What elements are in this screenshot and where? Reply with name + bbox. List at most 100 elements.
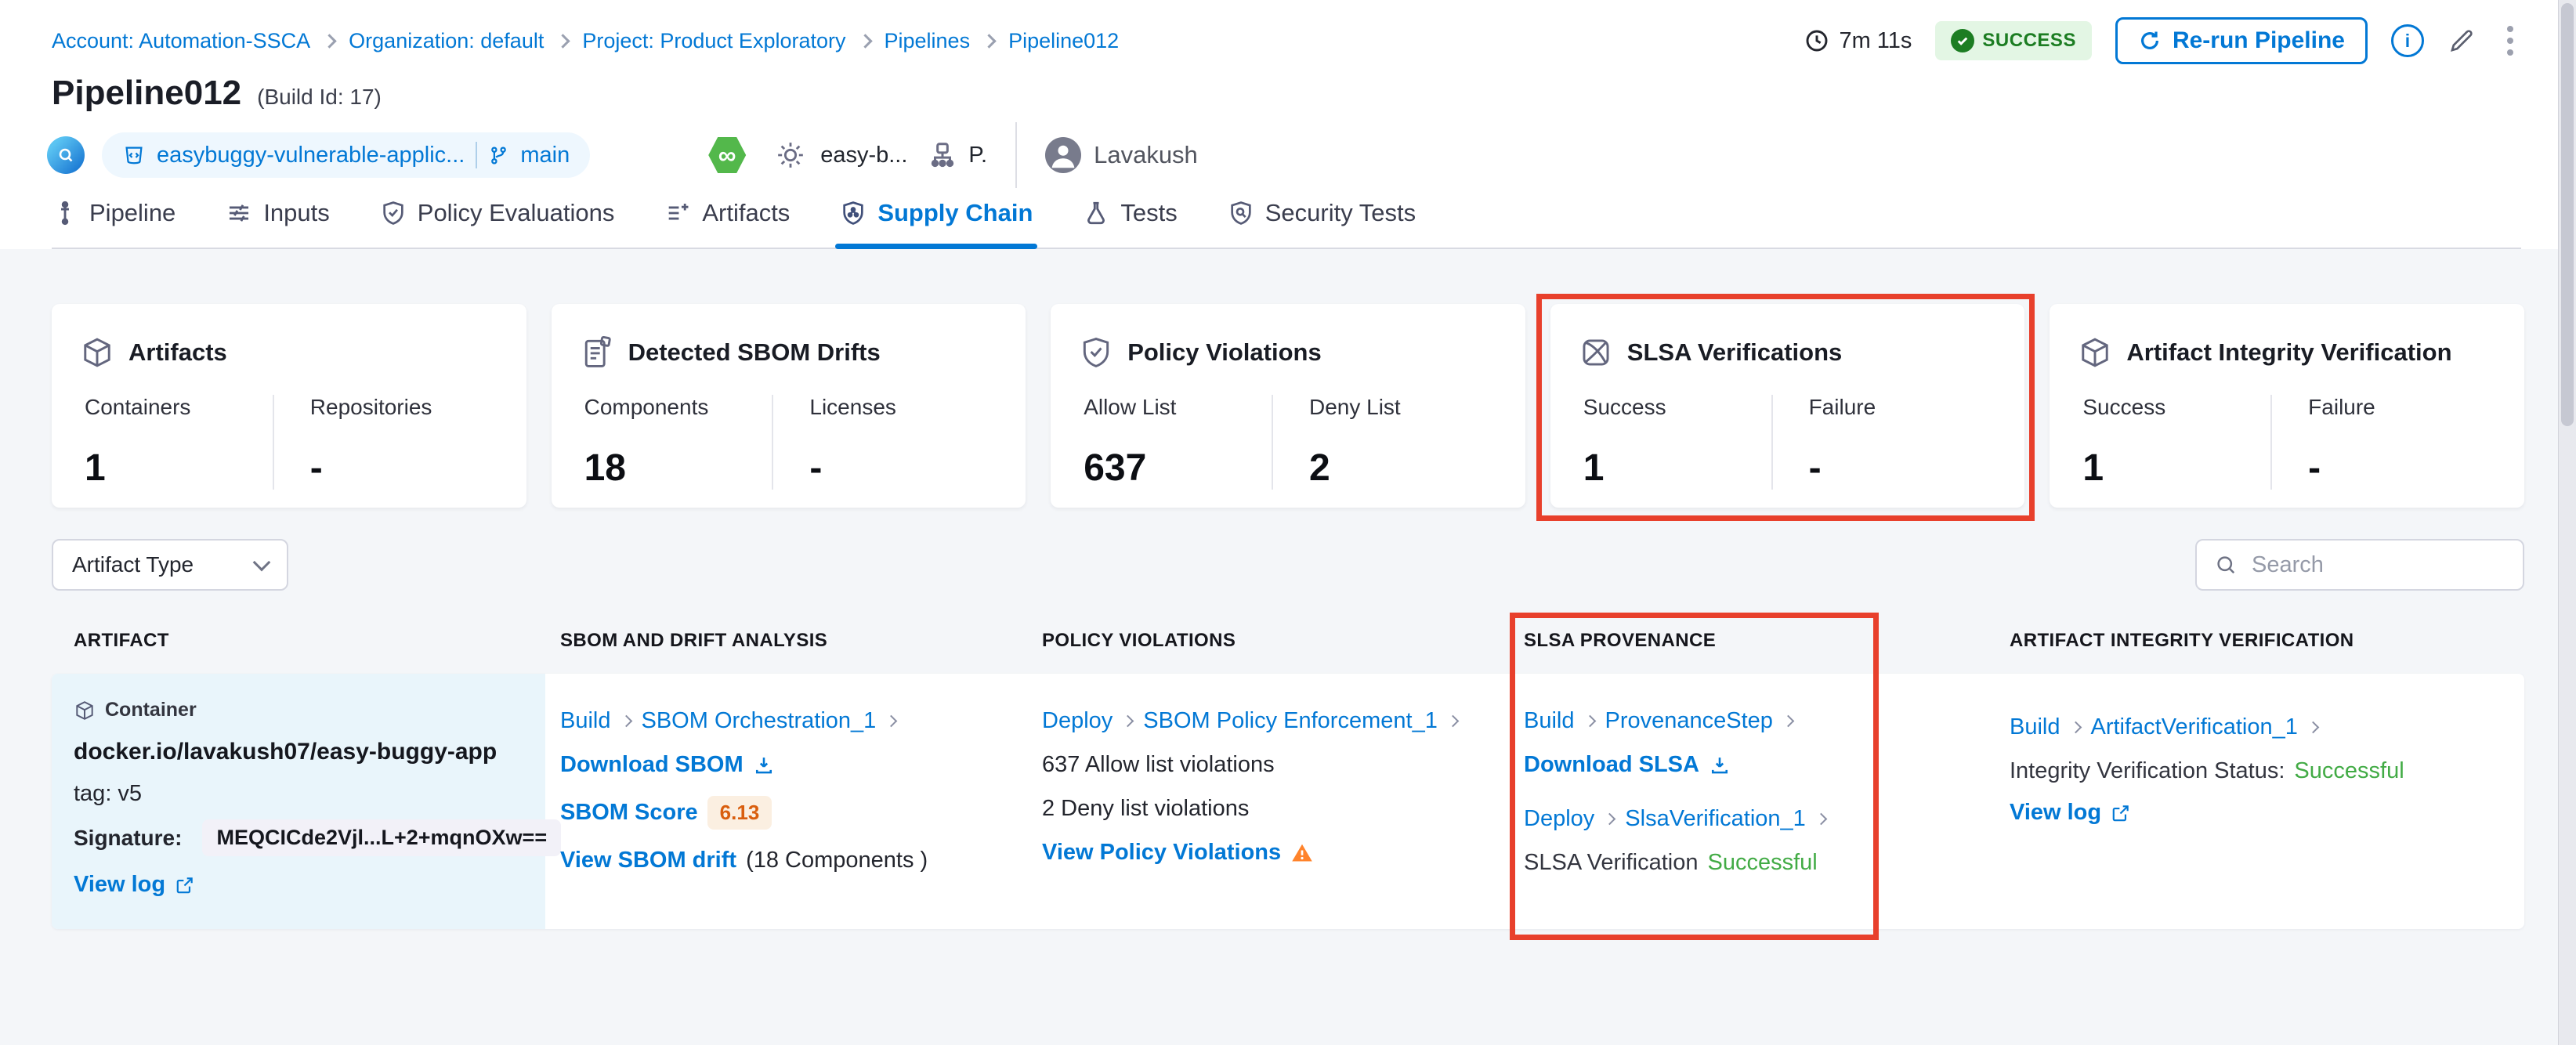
sbom-cell: Build SBOM Orchestration_1 Download SBOM… [545,674,1028,929]
external-link-icon [175,875,195,895]
external-link-icon [2111,803,2131,823]
page-title: Pipeline012 [52,74,242,112]
chevron-right-icon [1122,714,1134,728]
info-icon[interactable]: i [2391,24,2424,57]
step-link[interactable]: SBOM Orchestration_1 [642,708,877,734]
cube-icon [2078,335,2112,370]
search-input[interactable] [2250,551,2505,579]
step-link[interactable]: ProvenanceStep [1605,708,1773,734]
view-sbom-drift-link[interactable]: View SBOM drift [560,848,736,873]
metric-repositories: Repositories - [272,395,498,490]
tab-label: Pipeline [89,199,176,226]
stage-link[interactable]: Build [2010,714,2060,740]
stage-link[interactable]: Deploy [1524,806,1594,832]
download-icon [753,754,775,776]
tab-security-tests[interactable]: Security Tests [1228,199,1416,248]
run-duration: 7m 11s [1804,28,1912,54]
chevron-right-icon [857,33,873,49]
tab-pipeline[interactable]: Pipeline [52,199,175,248]
breadcrumb-pipelines[interactable]: Pipelines [885,29,971,53]
metric-licenses: Licenses - [772,395,997,490]
stage-link[interactable]: Build [1524,708,1575,734]
metric-containers: Containers 1 [85,395,191,489]
view-log-link[interactable]: View log [2010,800,2101,826]
breadcrumb: Account: Automation-SSCA Organization: d… [52,29,1119,53]
flask-icon [1083,200,1109,226]
tab-label: Supply Chain [877,199,1033,226]
download-slsa-link[interactable]: Download SLSA [1524,752,1699,778]
stage-link[interactable]: Build [560,708,611,734]
build-id: (Build Id: 17) [257,85,382,109]
user-avatar-icon [1045,137,1082,173]
stage-link[interactable]: Deploy [1042,708,1113,734]
delegate-icon [928,140,957,170]
chevron-right-icon [2069,721,2082,734]
repository-icon [122,143,146,167]
delegate-initial: P. [968,142,988,168]
sbom-score-link[interactable]: SBOM Score [560,800,698,826]
breadcrumb-current-pipeline[interactable]: Pipeline012 [1008,29,1119,53]
card-sbom-drifts: Detected SBOM Drifts Components 18 Licen… [551,304,1026,508]
integrity-cell: Build ArtifactVerification_1 Integrity V… [1995,674,2523,929]
trigger-name: easy-b... [820,142,908,168]
artifacts-table: ARTIFACT SBOM AND DRIFT ANALYSIS POLICY … [52,613,2524,940]
status-badge: SUCCESS [1935,21,2092,60]
allow-list-violations: 637 Allow list violations [1042,752,1275,777]
tab-tests[interactable]: Tests [1083,199,1178,248]
edit-icon[interactable] [2448,27,2476,55]
integrity-status-label: Integrity Verification Status: [2010,758,2285,783]
policy-cell: Deploy SBOM Policy Enforcement_1 637 All… [1028,674,1510,929]
shield-search-icon [1228,200,1254,226]
shield-check-icon [1079,335,1113,370]
card-title: Artifact Integrity Verification [2126,338,2452,366]
step-link[interactable]: SBOM Policy Enforcement_1 [1143,708,1438,734]
chevron-right-icon [322,33,337,49]
step-link[interactable]: SlsaVerification_1 [1625,806,1806,832]
slsa-status-label: SLSA Verification [1524,850,1699,875]
tab-bar: Pipeline Inputs Policy Evaluations Artif… [52,199,2521,249]
tab-label: Artifacts [702,199,791,226]
scrollbar-thumb[interactable] [2561,3,2574,426]
view-log-link[interactable]: View log [74,872,165,898]
view-policy-violations-link[interactable]: View Policy Violations [1042,840,1281,866]
chevron-right-icon [620,714,632,728]
download-sbom-link[interactable]: Download SBOM [560,752,743,778]
breadcrumb-project[interactable]: Project: Product Exploratory [582,29,845,53]
artifact-type-select[interactable]: Artifact Type [52,539,288,591]
breadcrumb-organization[interactable]: Organization: default [349,29,544,53]
tab-supply-chain[interactable]: Supply Chain [835,199,1038,249]
chevron-right-icon [1446,714,1460,728]
card-title: Artifacts [128,338,227,366]
branch-name: main [520,142,570,168]
tab-policy-evaluations[interactable]: Policy Evaluations [380,199,614,248]
table-header-row: ARTIFACT SBOM AND DRIFT ANALYSIS POLICY … [52,630,2524,652]
rerun-pipeline-button[interactable]: Re-run Pipeline [2115,17,2368,64]
step-link[interactable]: ArtifactVerification_1 [2091,714,2298,740]
supply-chain-shield-icon [840,200,867,226]
tab-label: Tests [1120,199,1178,226]
run-controls: 7m 11s SUCCESS Re-run Pipeline i [1804,17,2521,64]
repo-branch-chip[interactable]: easybuggy-vulnerable-applic... main [102,132,591,178]
card-artifacts: Artifacts Containers 1 Repositories - [52,304,526,508]
slsa-status-value: Successful [1707,850,1818,875]
chip-divider [476,142,478,168]
metric-integrity-failure: Failure - [2270,395,2496,490]
metric-deny-list: Deny List 2 [1271,395,1497,490]
filter-row: Artifact Type [52,539,2524,591]
chevron-right-icon [1814,812,1828,826]
gear-icon [775,139,806,171]
tab-artifacts[interactable]: Artifacts [664,199,790,248]
breadcrumb-account[interactable]: Account: Automation-SSCA [52,29,310,53]
metric-slsa-success: Success 1 [1583,395,1666,489]
refresh-icon [2138,29,2162,52]
search-box [2195,539,2524,591]
card-title: Detected SBOM Drifts [628,338,881,366]
col-header-slsa: SLSA PROVENANCE [1524,630,1717,651]
tab-inputs[interactable]: Inputs [226,199,330,248]
rerun-label: Re-run Pipeline [2172,27,2345,53]
signature-label: Signature: [74,825,183,850]
chevron-down-icon [252,553,271,572]
artifact-cell: Container docker.io/lavakush07/easy-bugg… [52,674,562,929]
card-artifact-integrity: Artifact Integrity Verification Success … [2050,304,2524,508]
more-menu-icon[interactable] [2499,23,2521,59]
